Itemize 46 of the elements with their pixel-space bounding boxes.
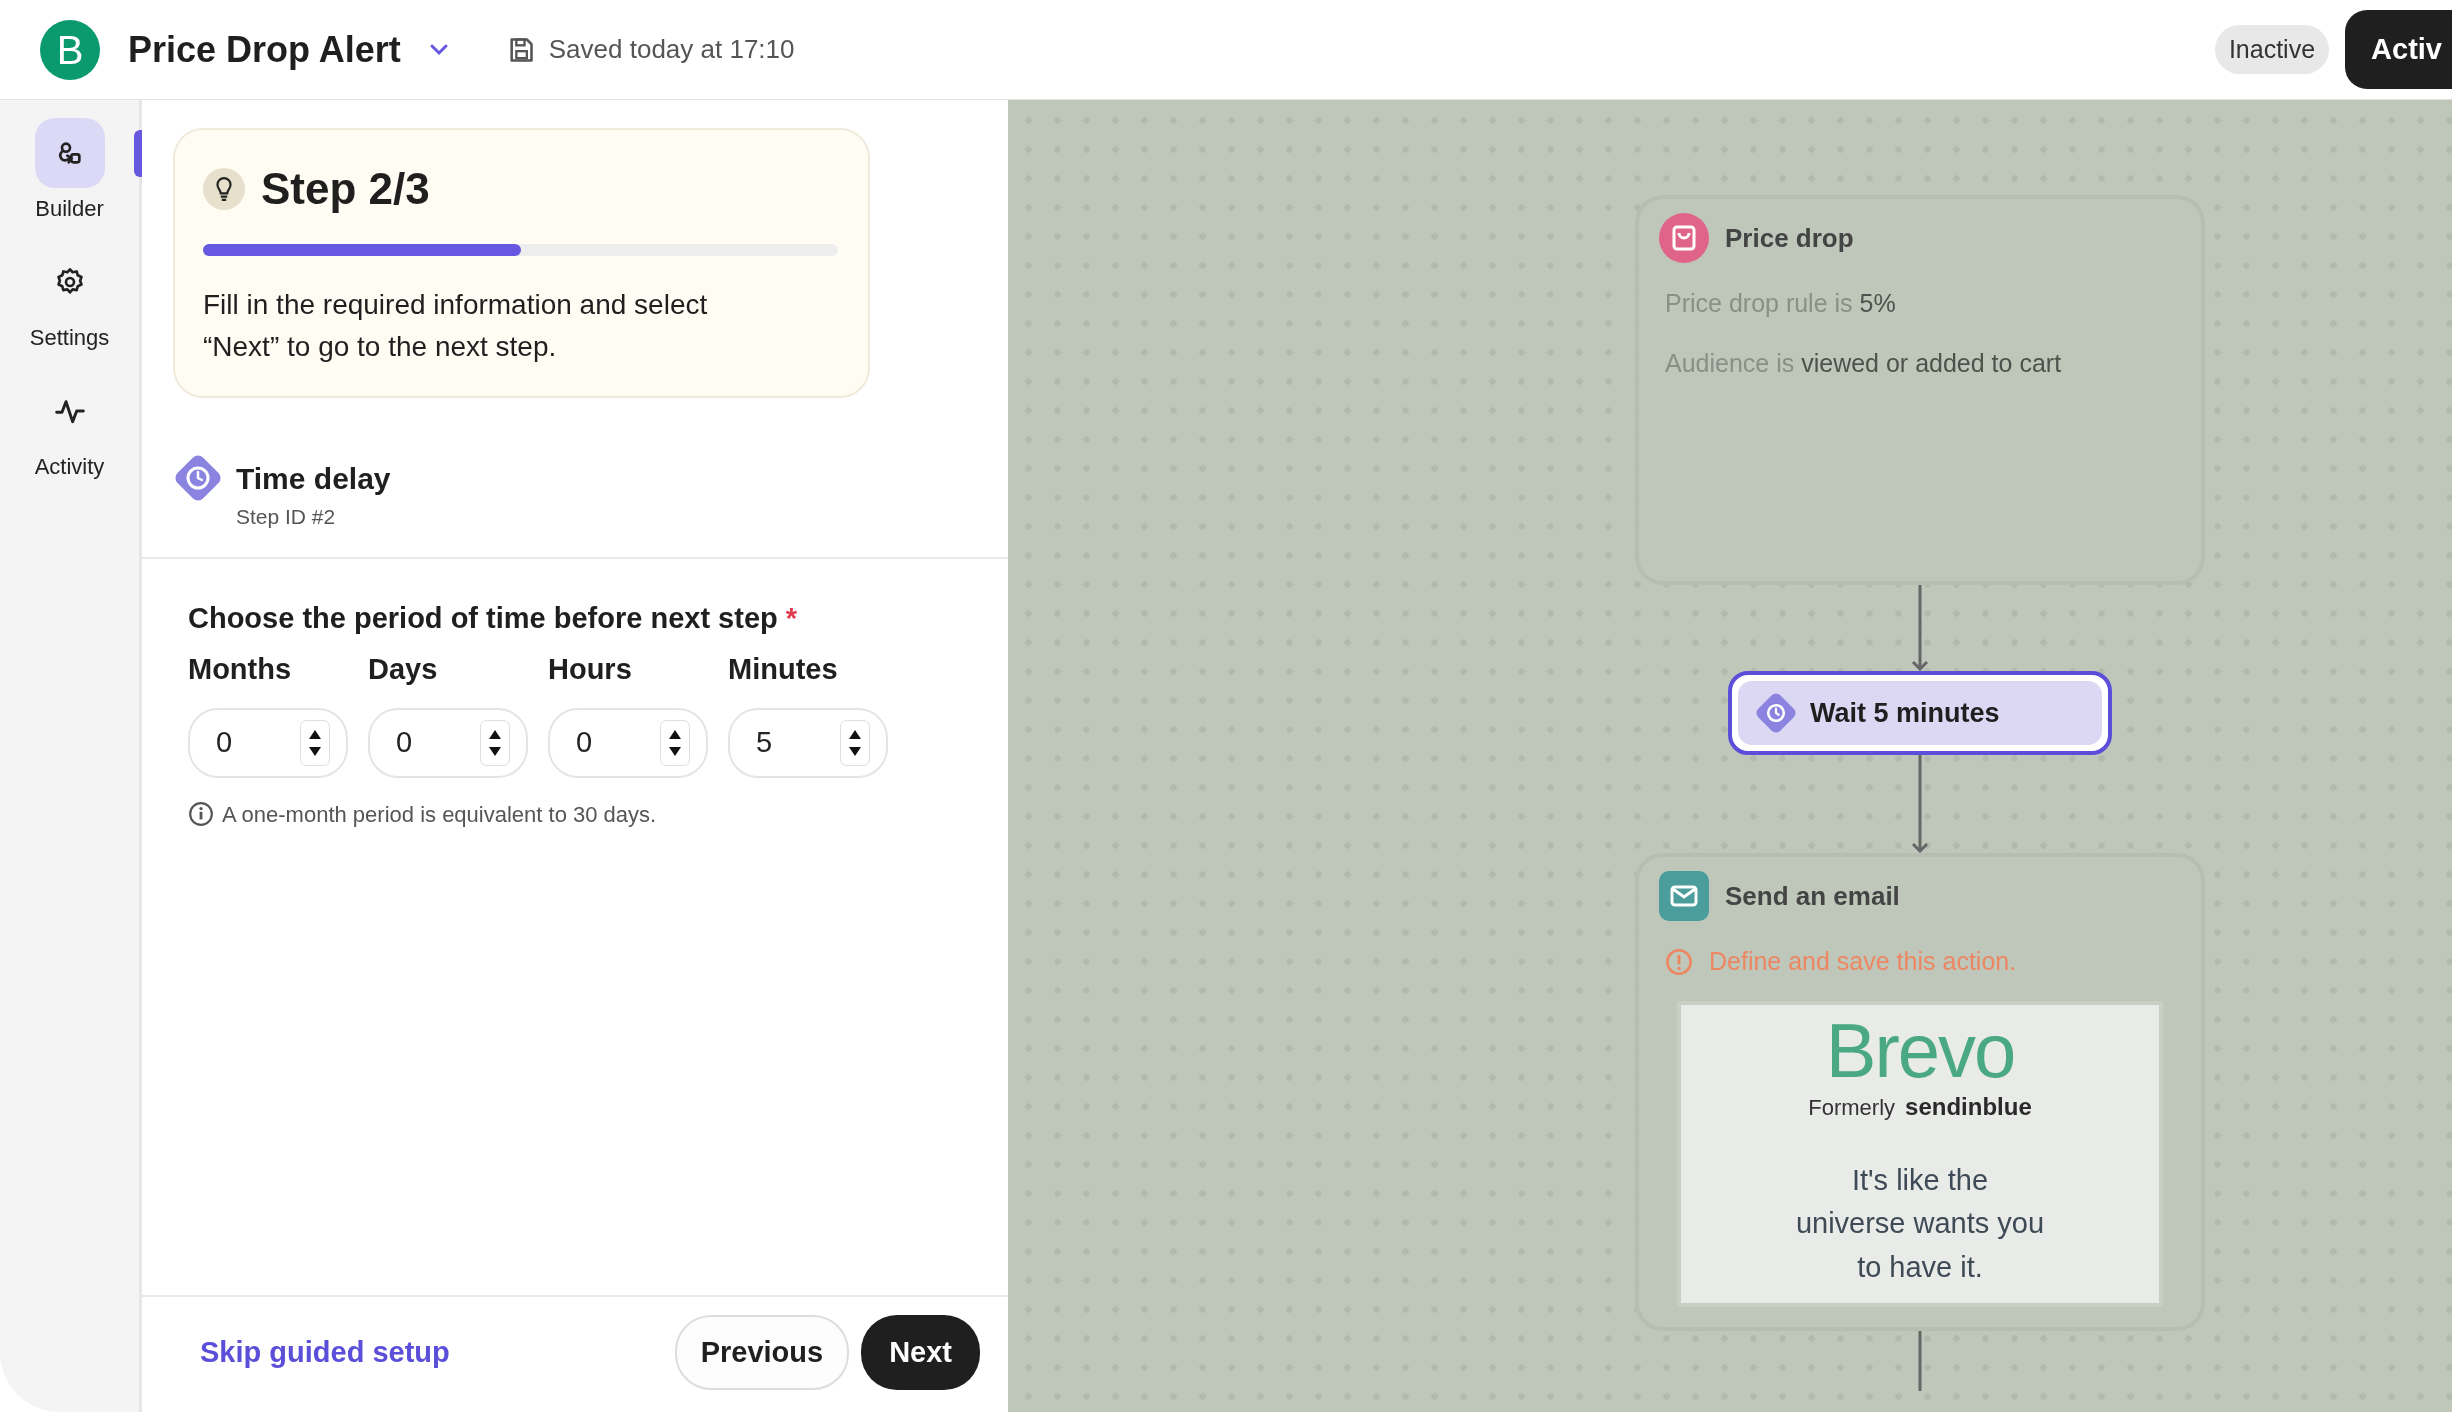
rail-tab[interactable]: Activity [0, 376, 139, 483]
required-marker: * [785, 601, 798, 634]
field-label: Months [188, 652, 293, 687]
formerly-text: Formerly [1808, 1093, 1896, 1122]
next-button[interactable]: Next [861, 1314, 980, 1390]
node-title: Price drop [1725, 221, 1854, 255]
status-badge: Inactive [2214, 24, 2330, 75]
save-status: Saved today at 17:10 [548, 33, 795, 66]
rail-tab[interactable]: Settings [0, 247, 139, 354]
brand-logo: Brevo [1824, 1012, 2016, 1089]
field-label: Minutes [728, 652, 839, 687]
rule-text: Price drop rule is 5% [1664, 288, 1897, 319]
step-id: Step ID #2 [236, 504, 337, 530]
connector-line [1918, 1331, 1922, 1391]
rail-tab[interactable]: Builder [0, 118, 139, 225]
previous-button[interactable]: Previous [674, 1314, 850, 1390]
tagline: It's like the universe wants you to have it. [1795, 1162, 2045, 1285]
stepper-arrows[interactable] [480, 719, 510, 766]
former-brand: sendinblue [1905, 1091, 2032, 1122]
email-card[interactable]: Send an email Define and save this action. Brevo Formerly sendinblue It's like the universe wants you to have it. [1635, 853, 2205, 1331]
stepper-arrows[interactable] [660, 719, 690, 766]
delay-card[interactable]: Wait 5 minutes [1728, 671, 2112, 755]
stepper-arrows[interactable] [840, 719, 870, 766]
flow-title: Price Drop Alert [128, 27, 401, 72]
stepper-arrows[interactable] [300, 719, 330, 766]
field-label: Days [368, 652, 439, 687]
instruction-text: Fill in the required information and select “Next” to go to the next step. [203, 288, 709, 364]
skip-link[interactable]: Skip guided setup [200, 1330, 450, 1374]
field-label: Hours [548, 652, 633, 687]
logo[interactable]: B [40, 19, 100, 80]
hint-text: A one-month period is equivalent to 30 days. [222, 800, 657, 829]
activate-button[interactable]: Activ [2345, 9, 2452, 90]
node-title: Wait 5 minutes [1810, 696, 2000, 730]
warning-text: Define and save this action. [1709, 946, 2017, 977]
rule-text: Audience is viewed or added to cart [1664, 347, 2063, 379]
info-icon [188, 801, 214, 827]
field-label: Choose the period of time before next step * [188, 600, 799, 636]
warning-icon [1665, 947, 1693, 976]
step-title: Step 2/3 [261, 163, 430, 215]
active-indicator [134, 130, 142, 177]
mail-icon [1659, 871, 1709, 921]
node-title: Send an email [1725, 879, 1900, 913]
shopping-bag-icon [1659, 213, 1709, 263]
lightbulb-icon [203, 168, 245, 210]
step-name: Time delay [236, 461, 391, 497]
trigger-card[interactable]: Price drop Price drop rule is 5% Audience is viewed or added to cart [1635, 195, 2205, 585]
